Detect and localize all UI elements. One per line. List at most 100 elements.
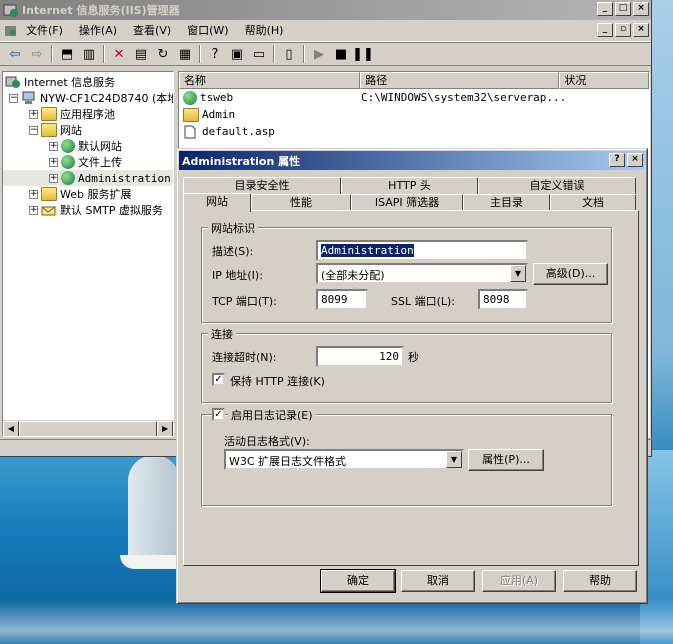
tab-directory-security[interactable]: 目录安全性 [183, 177, 341, 194]
list-item[interactable]: tsweb C:\WINDOWS\system32\serverap... [179, 89, 649, 106]
menu-view[interactable]: 查看(V) [125, 22, 179, 40]
column-name[interactable]: 名称 [179, 72, 361, 89]
tcp-port-input[interactable]: 8099 [316, 289, 368, 310]
console-icon[interactable]: ▣ [226, 44, 248, 64]
export-icon[interactable]: ▦ [174, 44, 196, 64]
collapse-icon[interactable]: − [9, 93, 18, 103]
dialog-help-button[interactable]: ? [609, 153, 625, 167]
up-folder-icon[interactable]: ⬒ [56, 44, 78, 64]
help-button[interactable]: 帮助 [563, 570, 637, 592]
tree-item[interactable]: + 默认网站 [3, 138, 173, 154]
list-header: 名称 路径 状况 [179, 72, 649, 89]
tree-item[interactable]: + Web 服务扩展 [3, 186, 173, 202]
back-icon[interactable]: ⇦ [4, 44, 26, 64]
menu-action[interactable]: 操作(A) [71, 22, 125, 40]
tree-item[interactable]: − NYW-CF1C24D8740 (本地计 [3, 90, 173, 106]
expand-icon[interactable]: + [29, 189, 38, 199]
tree-item-selected[interactable]: + Administration [3, 170, 173, 186]
site-id-group: 网站标识 描述(S): Administration IP 地址(I): (全部… [201, 220, 612, 323]
timeout-input[interactable]: 120 [316, 346, 404, 367]
toolbar-separator [51, 45, 53, 63]
column-path[interactable]: 路径 [360, 72, 560, 89]
enable-logging-label[interactable]: 启用日志记录(E) [228, 407, 316, 423]
minimize-button[interactable]: _ [597, 2, 613, 16]
advanced-button[interactable]: 高级(D)... [533, 263, 608, 285]
tab-website[interactable]: 网站 [183, 193, 251, 212]
scroll-left-icon[interactable]: ◀ [3, 421, 19, 436]
expand-icon[interactable]: + [49, 141, 58, 151]
tab-custom-errors[interactable]: 自定义错误 [478, 177, 636, 194]
tree-hscrollbar[interactable]: ◀ ▶ [3, 420, 173, 436]
enable-logging-checkbox[interactable]: ✓ [212, 408, 225, 421]
scroll-thumb[interactable] [18, 421, 158, 436]
tab-http-headers[interactable]: HTTP 头 [341, 177, 478, 194]
tree-label: NYW-CF1C24D8740 (本地计 [40, 92, 173, 105]
website-globe-icon [61, 155, 75, 169]
tree-item[interactable]: + 文件上传 [3, 154, 173, 170]
tcp-port-label: TCP 端口(T): [212, 295, 277, 308]
pause-icon[interactable]: ❚❚ [352, 44, 374, 64]
mdi-minimize-button[interactable]: _ [597, 23, 613, 37]
stop-icon[interactable]: ■ [330, 44, 352, 64]
show-tree-icon[interactable]: ▥ [78, 44, 100, 64]
tab-row-back: 目录安全性 HTTP 头 自定义错误 [183, 177, 636, 194]
tree-item[interactable]: + 应用程序池 [3, 106, 173, 122]
ip-address-select[interactable]: (全部未分配) ▼ [316, 263, 528, 284]
scroll-right-icon[interactable]: ▶ [157, 421, 173, 436]
forward-icon[interactable]: ⇨ [26, 44, 48, 64]
item-name: tsweb [200, 91, 234, 104]
main-titlebar[interactable]: Internet 信息服务(IIS)管理器 _ □ × [0, 0, 651, 20]
properties-icon[interactable]: ▤ [130, 44, 152, 64]
mdi-restore-button[interactable]: ▫ [615, 23, 631, 37]
apply-button[interactable]: 应用(A) [482, 570, 556, 592]
keepalive-checkbox[interactable]: ✓ [212, 373, 225, 386]
server-icon[interactable]: ▯ [278, 44, 300, 64]
dialog-close-button[interactable]: × [627, 153, 643, 167]
delete-icon[interactable]: ✕ [108, 44, 130, 64]
chevron-down-icon[interactable]: ▼ [510, 265, 526, 282]
log-format-label: 活动日志格式(V): [224, 435, 310, 448]
mdi-doc-icon[interactable] [4, 24, 18, 38]
tree-item[interactable]: − 网站 [3, 122, 173, 138]
log-format-select[interactable]: W3C 扩展日志文件格式 ▼ [224, 449, 464, 470]
column-status[interactable]: 状况 [559, 72, 649, 89]
description-label: 描述(S): [212, 245, 254, 258]
tab-documents[interactable]: 文档 [550, 194, 636, 211]
list-item[interactable]: default.asp [179, 123, 649, 140]
chevron-down-icon[interactable]: ▼ [446, 451, 462, 468]
dialog-titlebar[interactable]: Administration 属性 ? × [179, 151, 645, 170]
start-icon[interactable]: ▶ [308, 44, 330, 64]
cancel-button[interactable]: 取消 [401, 570, 475, 592]
tab-home-directory[interactable]: 主目录 [463, 194, 550, 211]
ssl-port-input[interactable]: 8098 [478, 289, 528, 310]
tree-label: 默认 SMTP 虚拟服务 [60, 204, 163, 217]
expand-icon[interactable]: + [29, 205, 38, 215]
iis-root-icon [5, 75, 21, 89]
tree-item[interactable]: Internet 信息服务 [3, 74, 173, 90]
tab-isapi-filters[interactable]: ISAPI 筛选器 [351, 194, 463, 211]
menubar: 文件(F) 操作(A) 查看(V) 窗口(W) 帮助(H) _ ▫ × [0, 20, 651, 42]
expand-icon[interactable]: + [49, 157, 58, 167]
connection-group: 连接 连接超时(N): 120 秒 ✓ 保持 HTTP 连接(K) [201, 326, 612, 403]
list-item[interactable]: Admin [179, 106, 649, 123]
description-input[interactable]: Administration [316, 240, 528, 261]
log-properties-button[interactable]: 属性(P)... [468, 449, 544, 471]
toolbar-separator [103, 45, 105, 63]
expand-icon[interactable]: + [29, 109, 38, 119]
menu-help[interactable]: 帮助(H) [237, 22, 292, 40]
refresh-icon[interactable]: ↻ [152, 44, 174, 64]
expand-icon[interactable]: + [49, 173, 58, 183]
menu-window[interactable]: 窗口(W) [179, 22, 236, 40]
tab-performance[interactable]: 性能 [251, 194, 351, 211]
ok-button[interactable]: 确定 [320, 569, 396, 593]
tree-item[interactable]: + 默认 SMTP 虚拟服务 [3, 202, 173, 218]
maximize-button[interactable]: □ [615, 2, 631, 16]
mdi-close-button[interactable]: × [633, 23, 649, 37]
keepalive-label[interactable]: 保持 HTTP 连接(K) [230, 373, 325, 389]
close-button[interactable]: × [633, 2, 649, 16]
computer-icon[interactable]: ▭ [248, 44, 270, 64]
connection-group-label: 连接 [208, 326, 236, 342]
collapse-icon[interactable]: − [29, 125, 38, 135]
help-icon[interactable]: ? [204, 44, 226, 64]
menu-file[interactable]: 文件(F) [18, 22, 71, 40]
